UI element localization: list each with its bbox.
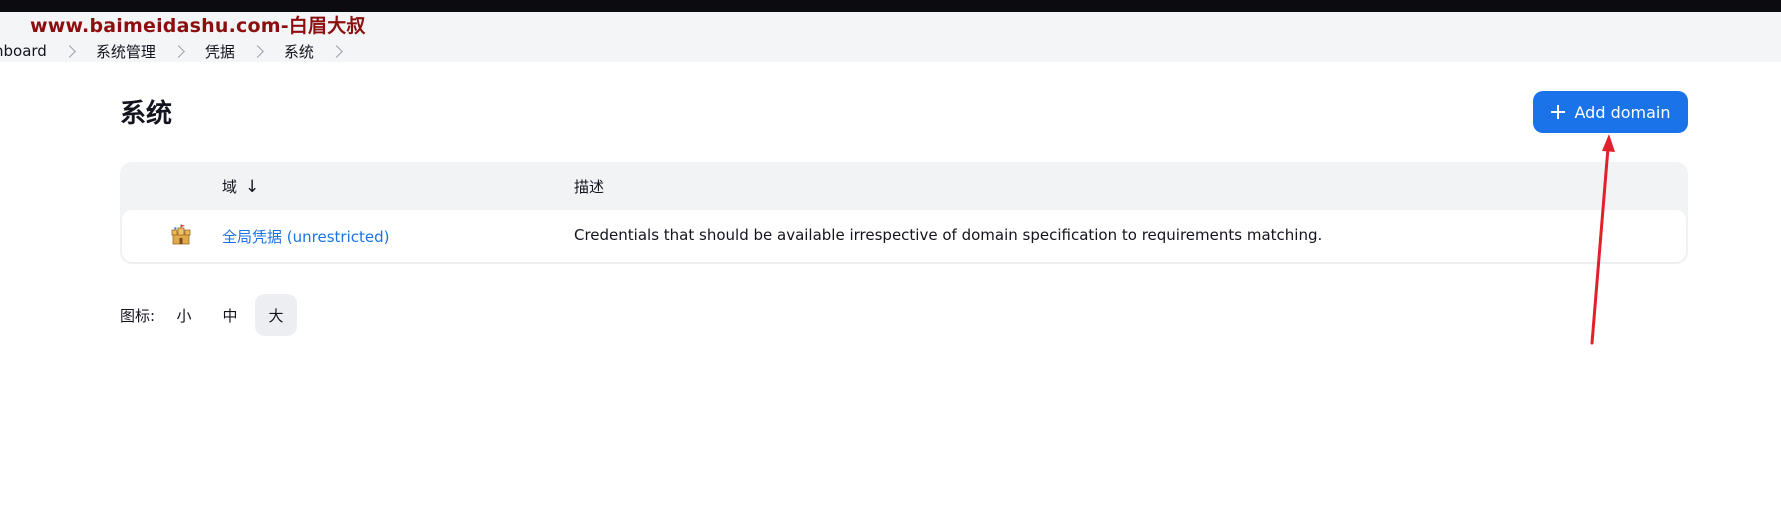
annotation-arrow-icon (1590, 134, 1615, 345)
